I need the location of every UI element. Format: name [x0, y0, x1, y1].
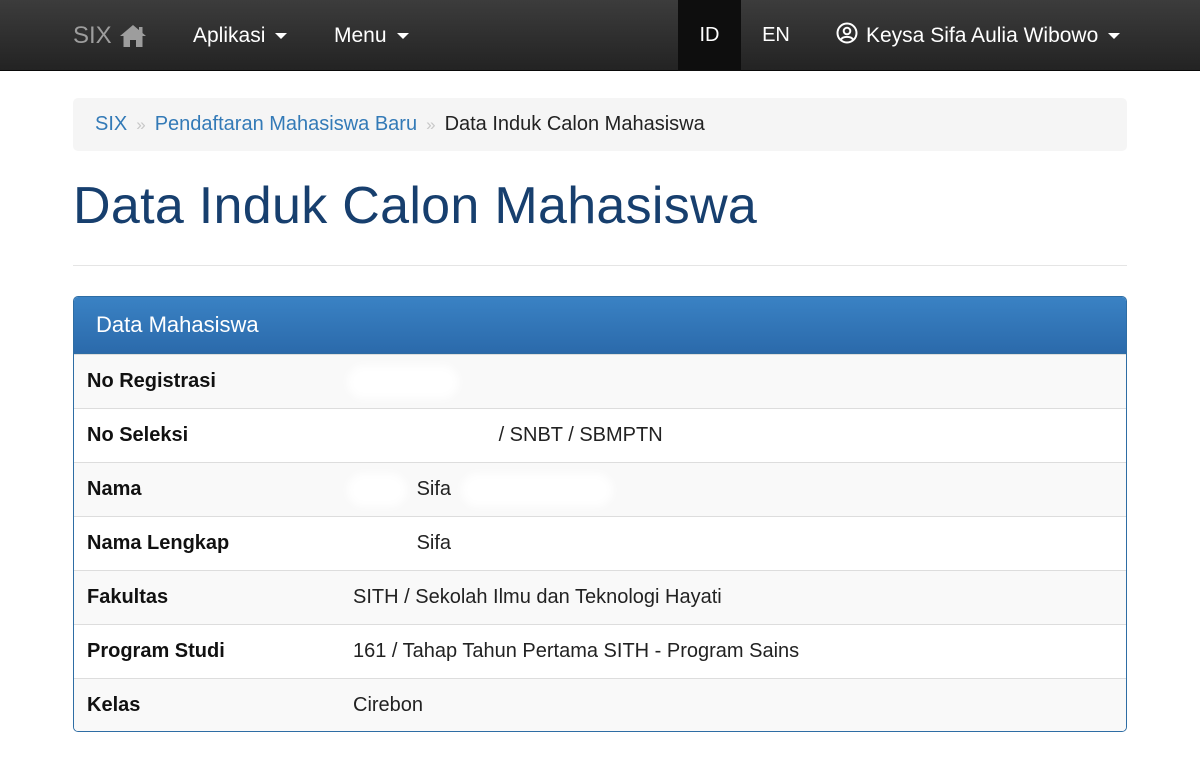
brand-link[interactable]: SIX: [73, 0, 148, 71]
caret-down-icon: [275, 32, 288, 39]
home-icon: [118, 23, 148, 49]
redacted-value: [466, 478, 607, 501]
brand-label: SIX: [73, 21, 112, 49]
breadcrumb: SIX » Pendaftaran Mahasiswa Baru » Data …: [73, 98, 1127, 151]
language-en-button[interactable]: EN: [741, 0, 811, 71]
menu-aplikasi-label: Aplikasi: [193, 23, 266, 47]
row-label: Nama: [87, 478, 142, 500]
redacted-value: [353, 424, 483, 447]
user-menu-dropdown[interactable]: Keysa Sifa Aulia Wibowo: [836, 0, 1121, 71]
menu-menu-label: Menu: [334, 23, 387, 47]
caret-down-icon: [396, 32, 409, 39]
user-name: Keysa Sifa Aulia Wibowo: [866, 23, 1099, 47]
row-value: 161 / Tahap Tahun Pertama SITH - Program…: [353, 640, 800, 662]
table-row: No Registrasi: [74, 354, 1126, 408]
row-label: No Seleksi: [87, 424, 189, 446]
table-row: Kelas Cirebon: [74, 678, 1126, 731]
menu-aplikasi-dropdown[interactable]: Aplikasi: [193, 0, 288, 71]
row-value: [353, 370, 453, 393]
table-row: No Seleksi / SNBT / SBMPTN: [74, 408, 1126, 462]
student-data-panel: Data Mahasiswa No Registrasi No Seleksi …: [73, 296, 1127, 732]
row-value: Sifa: [353, 478, 607, 501]
table-row: Nama Lengkap Sifa: [74, 516, 1126, 570]
row-label: Nama Lengkap: [87, 532, 230, 554]
row-label: No Registrasi: [87, 370, 216, 392]
menu-menu-dropdown[interactable]: Menu: [334, 0, 409, 71]
user-circle-icon: [836, 22, 858, 50]
row-label: Kelas: [87, 694, 141, 716]
table-row: Nama Sifa: [74, 462, 1126, 516]
breadcrumb-link-pendaftaran[interactable]: Pendaftaran Mahasiswa Baru: [155, 113, 417, 136]
row-value: / SNBT / SBMPTN: [353, 424, 663, 447]
breadcrumb-link-six[interactable]: SIX: [95, 113, 127, 136]
row-label: Program Studi: [87, 640, 225, 662]
breadcrumb-active: Data Induk Calon Mahasiswa: [444, 113, 705, 135]
panel-heading: Data Mahasiswa: [74, 297, 1126, 354]
redacted-value: [353, 532, 401, 555]
row-value: Cirebon: [353, 694, 424, 716]
page-title: Data Induk Calon Mahasiswa: [73, 177, 758, 235]
language-id-button[interactable]: ID: [678, 0, 741, 71]
row-value: Sifa: [353, 532, 451, 555]
breadcrumb-separator: »: [136, 114, 146, 134]
row-value: SITH / Sekolah Ilmu dan Teknologi Hayati: [353, 586, 722, 608]
breadcrumb-separator: »: [426, 114, 436, 134]
top-navbar: SIX Aplikasi Menu ID EN Keysa Sifa Aulia…: [0, 0, 1200, 71]
row-label: Fakultas: [87, 586, 169, 608]
table-row: Program Studi 161 / Tahap Tahun Pertama …: [74, 624, 1126, 678]
table-row: Fakultas SITH / Sekolah Ilmu dan Teknolo…: [74, 570, 1126, 624]
redacted-value: [353, 478, 401, 501]
redacted-value: [353, 370, 453, 393]
title-divider: [73, 265, 1127, 266]
caret-down-icon: [1108, 32, 1121, 39]
